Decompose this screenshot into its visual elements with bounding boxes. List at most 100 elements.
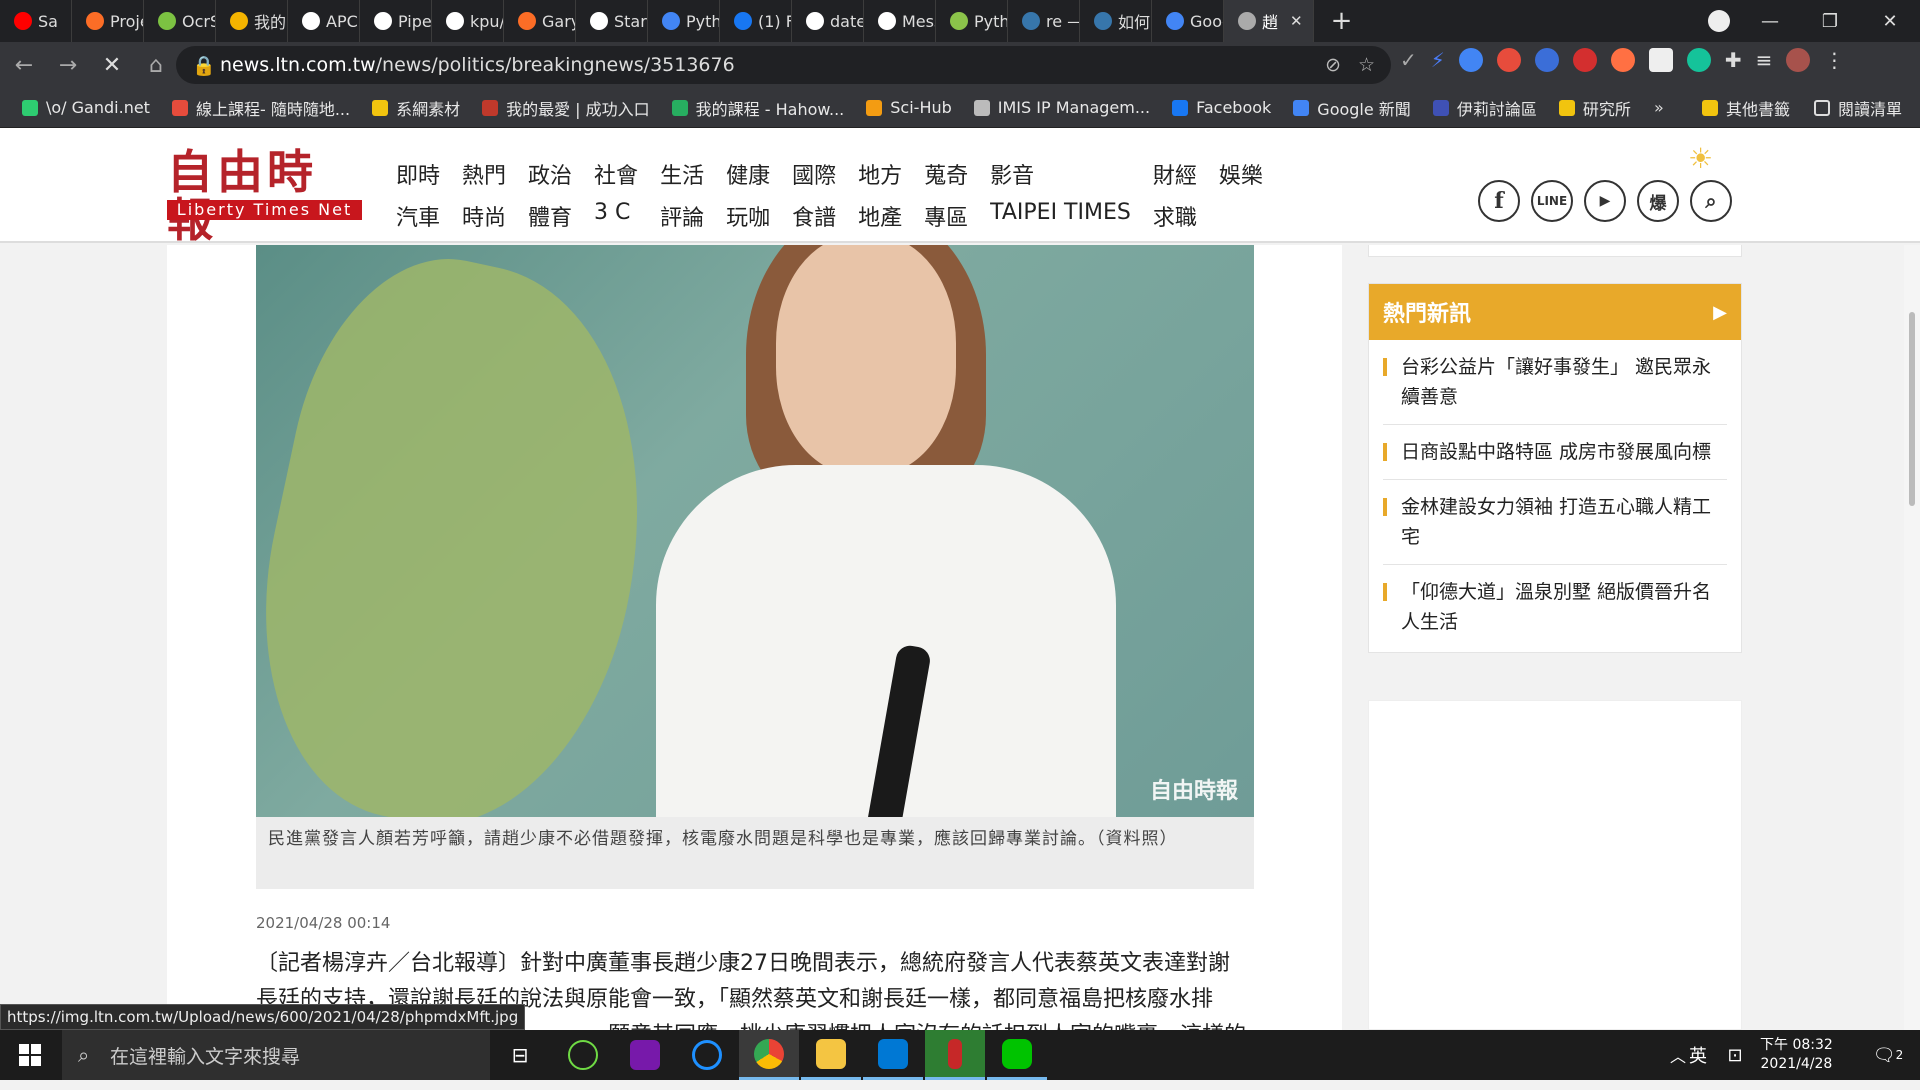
- bookmark-star-icon[interactable]: ☆: [1358, 54, 1375, 76]
- scrollbar-thumb[interactable]: [1909, 312, 1915, 506]
- article-photo[interactable]: 自由時報: [256, 245, 1254, 817]
- stop-loading-button[interactable]: ✕: [92, 45, 132, 85]
- bookmark-item[interactable]: Google 新聞: [1293, 96, 1411, 120]
- nav-item[interactable]: 食譜: [792, 200, 836, 232]
- weather-icon[interactable]: ☀: [1688, 142, 1713, 175]
- nav-item[interactable]: 專區: [924, 200, 968, 232]
- nav-item[interactable]: 影音: [990, 158, 1131, 190]
- chrome-app-icon[interactable]: [739, 1030, 799, 1080]
- other-bookmarks-folder[interactable]: 其他書籤: [1702, 96, 1790, 120]
- nav-item[interactable]: 蒐奇: [924, 158, 968, 190]
- nav-item[interactable]: 評論: [660, 200, 704, 232]
- browser-tab[interactable]: Sa: [0, 0, 72, 42]
- browser-tab[interactable]: re —: [1008, 0, 1080, 42]
- upwork-app-icon[interactable]: [553, 1030, 613, 1080]
- arrow-right-icon[interactable]: ▶: [1713, 302, 1727, 323]
- nav-item[interactable]: 時尚: [462, 200, 506, 232]
- browser-tab[interactable]: Proje: [72, 0, 144, 42]
- close-window-button[interactable]: ✕: [1860, 0, 1920, 42]
- bolt-extension-icon[interactable]: ⚡: [1431, 48, 1445, 72]
- onenote-app-icon[interactable]: [615, 1030, 675, 1080]
- nav-item[interactable]: TAIPEI TIMES: [990, 200, 1131, 232]
- nav-item[interactable]: 健康: [726, 158, 770, 190]
- browser-tab[interactable]: (1) Fa: [720, 0, 792, 42]
- nav-item[interactable]: 3 C: [594, 200, 638, 232]
- back-button[interactable]: ←: [4, 45, 44, 85]
- new-tab-button[interactable]: +: [1331, 6, 1353, 36]
- hot-news-item[interactable]: 金林建設女力領袖 打造五心職人精工宅: [1383, 480, 1727, 565]
- browser-tab[interactable]: Mess: [864, 0, 936, 42]
- nav-item[interactable]: 國際: [792, 158, 836, 190]
- bookmark-item[interactable]: 我的最愛 | 成功入口: [482, 96, 650, 120]
- bookmark-item[interactable]: 線上課程- 隨時隨地...: [171, 96, 350, 120]
- nav-item[interactable]: 熱門: [462, 158, 506, 190]
- bookmark-item[interactable]: \o/ Gandi.net: [22, 98, 150, 117]
- ime-mode-icon[interactable]: ⊡: [1710, 1030, 1760, 1080]
- nav-item[interactable]: 即時: [396, 158, 440, 190]
- liberty-times-logo[interactable]: 自由時報 Liberty Times Net: [167, 148, 362, 244]
- s-extension-icon[interactable]: [1496, 48, 1521, 72]
- line-app-icon[interactable]: [987, 1030, 1047, 1080]
- bookmark-item[interactable]: Sci-Hub: [866, 98, 952, 117]
- facebook-icon[interactable]: f: [1478, 180, 1520, 222]
- nav-item[interactable]: 地方: [858, 158, 902, 190]
- shield-extension-icon[interactable]: [1534, 48, 1559, 72]
- nav-item[interactable]: 社會: [594, 158, 638, 190]
- nav-item[interactable]: 玩咖: [726, 200, 770, 232]
- nav-item[interactable]: 財經: [1153, 158, 1197, 190]
- taskbar-search-box[interactable]: ⌕ 在這裡輸入文字來搜尋: [62, 1030, 490, 1080]
- nav-item[interactable]: 政治: [528, 158, 572, 190]
- nav-item[interactable]: 求職: [1153, 200, 1197, 232]
- explosive-news-icon[interactable]: 爆: [1637, 180, 1679, 222]
- hot-news-header[interactable]: 熱門新訊 ▶: [1369, 284, 1741, 340]
- browser-tab[interactable]: APCL: [288, 0, 360, 42]
- notion-extension-icon[interactable]: [1648, 48, 1673, 72]
- browser-tab[interactable]: Pytho: [648, 0, 720, 42]
- home-button[interactable]: ⌂: [136, 45, 176, 85]
- nav-item[interactable]: 體育: [528, 200, 572, 232]
- pen-app-icon[interactable]: [925, 1030, 985, 1080]
- browser-tab[interactable]: Pytho: [936, 0, 1008, 42]
- site-info-icon[interactable]: ⊘: [1325, 54, 1341, 76]
- close-tab-icon[interactable]: ✕: [1290, 12, 1303, 30]
- reading-list-button[interactable]: 閱讀清單: [1814, 96, 1902, 120]
- bookmarks-overflow-button[interactable]: »: [1654, 98, 1664, 117]
- hot-news-item[interactable]: 「仰德大道」溫泉別墅 絕版價晉升名人生活: [1383, 565, 1727, 649]
- browser-tab[interactable]: 如何: [1080, 0, 1152, 42]
- nav-item[interactable]: 地產: [858, 200, 902, 232]
- mail-app-icon[interactable]: [677, 1030, 737, 1080]
- hot-news-item[interactable]: 日商設點中路特區 成房市發展風向標: [1383, 425, 1727, 480]
- bookmark-item[interactable]: Facebook: [1172, 98, 1271, 117]
- forward-button[interactable]: →: [48, 45, 88, 85]
- check-extension-icon[interactable]: ✓: [1400, 48, 1417, 72]
- bookmark-item[interactable]: 研究所: [1558, 96, 1631, 120]
- profile-avatar[interactable]: [1786, 48, 1811, 72]
- browser-menu-icon[interactable]: ⋮: [1824, 48, 1844, 72]
- restore-button[interactable]: ❐: [1800, 0, 1860, 42]
- file-explorer-app-icon[interactable]: [801, 1030, 861, 1080]
- browser-tab[interactable]: 我的: [216, 0, 288, 42]
- search-icon[interactable]: ⌕: [1690, 180, 1732, 222]
- nav-item[interactable]: 生活: [660, 158, 704, 190]
- media-control-icon[interactable]: ≡: [1756, 48, 1773, 72]
- system-clock[interactable]: 下午 08:32 2021/4/28: [1760, 1036, 1833, 1074]
- browser-tab[interactable]: Gary: [504, 0, 576, 42]
- grammarly-extension-icon[interactable]: [1686, 48, 1711, 72]
- nav-item[interactable]: 汽車: [396, 200, 440, 232]
- line-icon[interactable]: LINE: [1531, 180, 1573, 222]
- vscode-app-icon[interactable]: [863, 1030, 923, 1080]
- nav-item[interactable]: 娛樂: [1219, 158, 1263, 190]
- bookmark-item[interactable]: 伊莉討論區: [1432, 96, 1537, 120]
- youtube-icon[interactable]: ▶: [1584, 180, 1626, 222]
- browser-tab[interactable]: Piper: [360, 0, 432, 42]
- browser-tab[interactable]: OcrSI: [144, 0, 216, 42]
- hot-news-item[interactable]: 台彩公益片「讓好事發生」 邀民眾永續善意: [1383, 340, 1727, 425]
- record-extension-icon[interactable]: [1572, 48, 1597, 72]
- task-view-icon[interactable]: ⊟: [490, 1030, 550, 1080]
- bookmark-item[interactable]: 我的課程 - Hahow...: [671, 96, 844, 120]
- notifications-icon[interactable]: 🗨 2: [1858, 1030, 1918, 1080]
- browser-tab[interactable]: kpu/: [432, 0, 504, 42]
- browser-tab[interactable]: Start: [576, 0, 648, 42]
- browser-tab[interactable]: datet: [792, 0, 864, 42]
- minimize-button[interactable]: —: [1740, 0, 1800, 42]
